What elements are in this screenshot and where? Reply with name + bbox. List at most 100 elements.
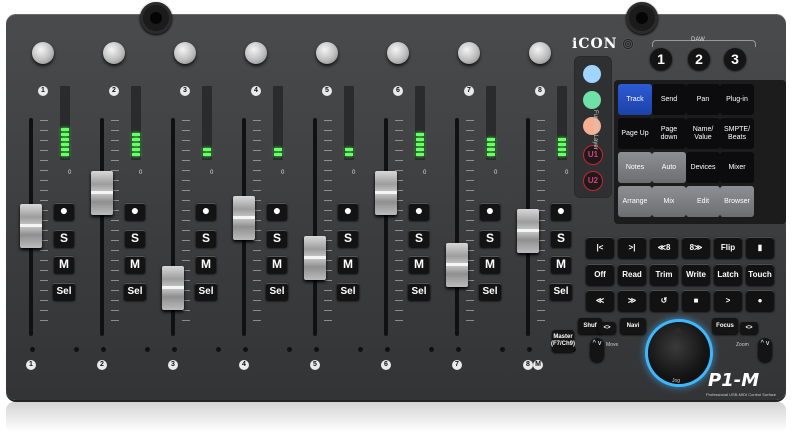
channel-8-encoder[interactable]	[529, 42, 551, 64]
grid-smpte-beats-button[interactable]: SMPTE/ Beats	[720, 118, 754, 149]
zoom-up-down-button[interactable]: ^ v	[758, 338, 772, 362]
zoom-label: Zoom	[736, 342, 749, 348]
daw-button-2[interactable]: 2	[688, 48, 710, 70]
channel-5-fader[interactable]	[304, 235, 326, 280]
channel-6-record-button[interactable]: ●	[409, 203, 429, 220]
channel-7-solo-button[interactable]: S	[480, 230, 500, 247]
channel-1-mute-button[interactable]: M	[54, 256, 74, 273]
auto-touch-button[interactable]: Touch	[746, 264, 774, 285]
channel-6-solo-button[interactable]: S	[409, 230, 429, 247]
channel-3-fader[interactable]	[162, 266, 184, 311]
channel-4-mute-button[interactable]: M	[267, 256, 287, 273]
channel-1-solo-button[interactable]: S	[54, 230, 74, 247]
channel-8-mute-button[interactable]: M	[551, 256, 571, 273]
record-button[interactable]: ●	[746, 290, 774, 311]
daw-button-1[interactable]: 1	[650, 48, 672, 70]
grid-page-down-button[interactable]: Page down	[652, 118, 686, 149]
navi-button[interactable]: Navi	[620, 318, 646, 334]
channel-left-button[interactable]: ≪8	[650, 237, 678, 258]
channel-7-fader[interactable]	[446, 243, 468, 288]
grid-auto-button[interactable]: Auto	[652, 152, 686, 183]
channel-8-zero-mark: 0	[565, 170, 569, 176]
bank-right-button[interactable]: >|	[618, 237, 646, 258]
user-2-button[interactable]: U2	[583, 171, 603, 191]
channel-6-encoder[interactable]	[387, 42, 409, 64]
channel-6-fader[interactable]	[375, 171, 397, 216]
grid-devices-button[interactable]: Devices	[686, 152, 720, 183]
channel-1-fader[interactable]	[20, 203, 42, 248]
channel-7-record-button[interactable]: ●	[480, 203, 500, 220]
grid-edit-button[interactable]: Edit	[686, 186, 720, 217]
channel-3-record-button[interactable]: ●	[196, 203, 216, 220]
grid-browser-button[interactable]: Browser	[720, 186, 754, 217]
channel-4-solo-button[interactable]: S	[267, 230, 287, 247]
channel-8-fader[interactable]	[517, 209, 539, 254]
grid-track-button[interactable]: Track	[618, 84, 652, 115]
rewind-button[interactable]: ≪	[586, 290, 614, 311]
channel-7-select-button[interactable]: Sel	[479, 283, 501, 300]
auto-trim-button[interactable]: Trim	[650, 264, 678, 285]
channel-3-encoder[interactable]	[174, 42, 196, 64]
channel-2-mute-button[interactable]: M	[125, 256, 145, 273]
channel-7-encoder[interactable]	[458, 42, 480, 64]
channel-5-mute-button[interactable]: M	[338, 256, 358, 273]
channel-2-fader[interactable]	[91, 171, 113, 216]
channel-4-select-button[interactable]: Sel	[266, 283, 288, 300]
grid-mixer-button[interactable]: Mixer	[720, 152, 754, 183]
channel-1-select-button[interactable]: Sel	[53, 283, 75, 300]
trash-button[interactable]: ▮	[746, 237, 774, 258]
channel-3-mute-button[interactable]: M	[196, 256, 216, 273]
master-button[interactable]: Master (F7/Ch9)	[551, 330, 575, 352]
grid-plug-in-button[interactable]: Plug-in	[720, 84, 754, 115]
channel-5-level-meter	[344, 86, 354, 160]
flip-button[interactable]: Flip	[714, 237, 742, 258]
move-up-down-button[interactable]: ^ v	[590, 338, 604, 362]
zoom-left-right-button[interactable]: <>	[740, 322, 758, 334]
channel-5-encoder[interactable]	[316, 42, 338, 64]
grid-page-up-button[interactable]: Page Up	[618, 118, 652, 149]
daw-button-3[interactable]: 3	[724, 48, 746, 70]
channel-8-solo-button[interactable]: S	[551, 230, 571, 247]
channel-1-record-button[interactable]: ●	[54, 203, 74, 220]
focus-button[interactable]: Focus	[712, 318, 738, 334]
channel-8-select-button[interactable]: Sel	[550, 283, 572, 300]
fast-forward-button[interactable]: ≫	[618, 290, 646, 311]
channel-7-fader-track	[455, 118, 459, 336]
jog-wheel[interactable]	[648, 322, 710, 384]
channel-right-button[interactable]: 8≫	[682, 237, 710, 258]
auto-latch-button[interactable]: Latch	[714, 264, 742, 285]
channel-4-encoder[interactable]	[245, 42, 267, 64]
channel-7-mute-button[interactable]: M	[480, 256, 500, 273]
channel-4-fader[interactable]	[233, 195, 255, 240]
channel-5-solo-button[interactable]: S	[338, 230, 358, 247]
play-button[interactable]: >	[714, 290, 742, 311]
channel-2-encoder[interactable]	[103, 42, 125, 64]
move-left-right-button[interactable]: <>	[598, 322, 616, 334]
stop-button[interactable]: ■	[682, 290, 710, 311]
channel-8-record-button[interactable]: ●	[551, 203, 571, 220]
channel-3-select-button[interactable]: Sel	[195, 283, 217, 300]
channel-6-mute-button[interactable]: M	[409, 256, 429, 273]
channel-5-select-button[interactable]: Sel	[337, 283, 359, 300]
channel-2-solo-button[interactable]: S	[125, 230, 145, 247]
channel-6-select-button[interactable]: Sel	[408, 283, 430, 300]
grid-send-button[interactable]: Send	[652, 84, 686, 115]
function-green-button[interactable]	[583, 91, 601, 109]
channel-4-record-button[interactable]: ●	[267, 203, 287, 220]
grid-notes-button[interactable]: Notes	[618, 152, 652, 183]
channel-2-select-button[interactable]: Sel	[124, 283, 146, 300]
auto-read-button[interactable]: Read	[618, 264, 646, 285]
function-light-blue-button[interactable]	[583, 65, 601, 83]
channel-3-solo-button[interactable]: S	[196, 230, 216, 247]
channel-5-record-button[interactable]: ●	[338, 203, 358, 220]
auto-off-button[interactable]: Off	[586, 264, 614, 285]
channel-1-encoder[interactable]	[32, 42, 54, 64]
auto-write-button[interactable]: Write	[682, 264, 710, 285]
grid-arrange-button[interactable]: Arrange	[618, 186, 652, 217]
grid-pan-button[interactable]: Pan	[686, 84, 720, 115]
bank-left-button[interactable]: |<	[586, 237, 614, 258]
grid-name-value-button[interactable]: Name/ Value	[686, 118, 720, 149]
loop-button[interactable]: ↺	[650, 290, 678, 311]
channel-2-record-button[interactable]: ●	[125, 203, 145, 220]
grid-mix-button[interactable]: Mix	[652, 186, 686, 217]
